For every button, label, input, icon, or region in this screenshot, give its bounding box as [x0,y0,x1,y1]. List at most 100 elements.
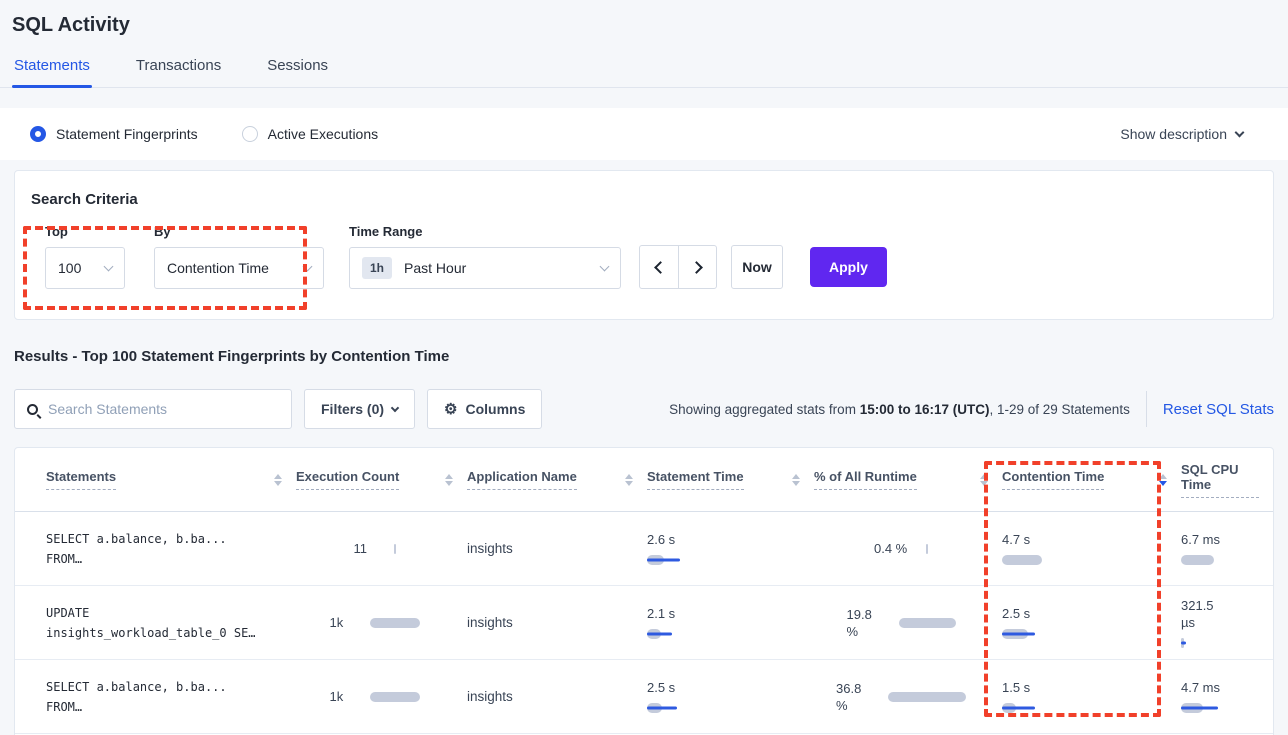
header-application-name[interactable]: Application Name [467,469,647,490]
time-nav-group [639,245,717,289]
results-toolbar: Filters (0) ⚙ Columns Showing aggregated… [14,389,1274,429]
application-name-cell: insights [467,660,647,733]
pct-runtime-cell: 19.8 % [814,586,1002,659]
chevron-down-icon [104,262,114,272]
prev-time-button[interactable] [640,246,678,288]
sql-cpu-time-cell: 4.7 ms [1181,660,1273,733]
sort-icon[interactable] [980,474,988,486]
stats-range: 15:00 to 16:17 (UTC) [860,402,990,417]
chevron-down-icon [600,262,610,272]
search-icon [27,404,38,415]
bar-chart [926,543,928,555]
statements-table: Statements Execution Count Application N… [14,447,1274,735]
chevron-down-icon [303,262,313,272]
table-header-row: Statements Execution Count Application N… [15,448,1273,512]
search-criteria-heading: Search Criteria [31,191,1257,208]
sort-icon[interactable] [445,474,453,486]
bar-chart [647,628,800,640]
time-range-select[interactable]: 1h Past Hour [349,247,621,289]
filters-button[interactable]: Filters (0) [304,389,415,429]
tab-statements[interactable]: Statements [12,51,92,87]
bar-chart [394,543,396,555]
header-statement-time[interactable]: Statement Time [647,469,814,490]
execution-count-cell: 11 [296,512,467,585]
statement-cell[interactable]: SELECT a.balance, b.ba... FROM… [15,512,296,585]
header-sql-cpu-time[interactable]: SQL CPU Time [1181,462,1273,498]
table-row[interactable]: SELECT a.balance, b.ba... FROM… 11 insig… [15,512,1273,586]
bar-chart [1002,554,1167,566]
header-statements[interactable]: Statements [15,469,296,490]
application-name-cell: insights [467,512,647,585]
angle-right-icon [690,261,703,274]
time-range-badge: 1h [362,257,392,279]
statement-time-cell: 2.5 s [647,660,814,733]
bar-chart [1002,628,1167,640]
tab-transactions[interactable]: Transactions [134,51,223,87]
now-button[interactable]: Now [731,245,783,289]
bar-chart [888,691,966,703]
chevron-down-icon [391,403,399,411]
statement-cell[interactable]: UPDATE insights_workload_table_0 SE… [15,586,296,659]
vertical-divider [1146,391,1147,427]
statement-cell[interactable]: SELECT a.balance, b.ba... FROM… [15,660,296,733]
header-contention-time[interactable]: Contention Time [1002,469,1181,490]
sql-cpu-time-cell: 6.7 ms [1181,512,1273,585]
radio-active-executions[interactable]: Active Executions [242,126,379,142]
sql-cpu-time-cell: 321.5 µs [1181,586,1273,659]
results-heading: Results - Top 100 Statement Fingerprints… [14,348,1288,365]
bar-chart [370,617,420,629]
time-range-value: Past Hour [404,260,466,276]
sort-icon[interactable] [792,474,800,486]
stats-suffix: , 1-29 of 29 Statements [989,402,1129,417]
view-toggle-band: Statement Fingerprints Active Executions… [0,108,1288,160]
filters-label: Filters (0) [321,401,384,417]
radio-statement-fingerprints[interactable]: Statement Fingerprints [30,126,198,142]
header-pct-runtime[interactable]: % of All Runtime [814,469,1002,490]
pct-runtime-cell: 36.8 % [814,660,1002,733]
statement-time-cell: 2.6 s [647,512,814,585]
next-time-button[interactable] [678,246,716,288]
bar-chart [647,702,800,714]
header-execution-count[interactable]: Execution Count [296,469,467,490]
columns-button[interactable]: ⚙ Columns [427,389,542,429]
apply-button[interactable]: Apply [810,247,887,287]
radio-label: Active Executions [268,126,379,142]
angle-left-icon [654,261,667,274]
top-field: Top 100 [45,224,125,289]
sql-activity-page: SQL Activity Statements Transactions Ses… [0,0,1288,735]
search-criteria-card: Search Criteria Top 100 By Contention Ti… [14,170,1274,320]
time-range-label: Time Range [349,224,621,239]
page-title: SQL Activity [12,14,1276,37]
reset-sql-stats-link[interactable]: Reset SQL Stats [1163,401,1274,418]
contention-time-cell: 2.5 s [1002,586,1181,659]
top-label: Top [45,224,125,239]
by-select[interactable]: Contention Time [154,247,324,289]
tab-sessions[interactable]: Sessions [265,51,330,87]
sort-icon[interactable] [625,474,633,486]
application-name-cell: insights [467,586,647,659]
by-label: By [154,224,324,239]
table-row[interactable]: SELECT a.balance, b.ba... FROM… 1k insig… [15,660,1273,734]
contention-time-cell: 4.7 s [1002,512,1181,585]
by-select-value: Contention Time [167,260,269,276]
top-select[interactable]: 100 [45,247,125,289]
search-input[interactable] [48,401,279,417]
bar-chart [1181,702,1259,714]
page-header: SQL Activity [0,0,1288,37]
criteria-row: Top 100 By Contention Time Time Range 1h… [31,224,1257,289]
bar-chart [899,617,956,629]
top-select-value: 100 [58,260,81,276]
bar-chart [1181,637,1259,649]
table-row[interactable]: UPDATE insights_workload_table_0 SE… 1k … [15,586,1273,660]
chevron-down-icon [1235,128,1245,138]
show-description-label: Show description [1120,126,1227,142]
radio-label: Statement Fingerprints [56,126,198,142]
tab-bar: Statements Transactions Sessions [0,51,1288,88]
bar-chart [647,554,800,566]
time-range-field: Time Range 1h Past Hour [349,224,621,289]
sort-icon-active[interactable] [1159,474,1167,486]
sort-icon[interactable] [274,474,282,486]
gear-icon: ⚙ [444,400,457,418]
show-description-toggle[interactable]: Show description [1120,126,1243,142]
contention-time-cell: 1.5 s [1002,660,1181,733]
